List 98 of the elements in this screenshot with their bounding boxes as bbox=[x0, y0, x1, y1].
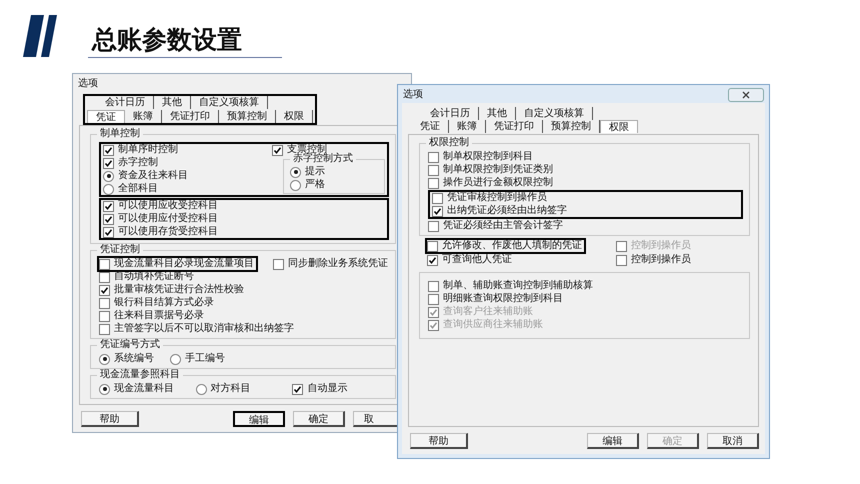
dialog-button[interactable]: 编辑 bbox=[233, 411, 285, 427]
checkbox-option[interactable]: 可以使用应收受控科目 bbox=[103, 200, 218, 212]
radio-button[interactable] bbox=[290, 166, 301, 178]
checkbox[interactable] bbox=[428, 164, 439, 176]
checkbox-option[interactable]: 同步删除业务系统凭证 bbox=[273, 258, 388, 270]
checkbox[interactable] bbox=[616, 254, 627, 266]
radio-button[interactable] bbox=[170, 354, 181, 364]
checkbox-option[interactable]: 允许修改、作废他人填制的凭证 bbox=[425, 238, 586, 254]
checkbox-option[interactable]: 制单权限控制到凭证类别 bbox=[428, 164, 553, 176]
checkbox[interactable] bbox=[99, 272, 110, 282]
radio-button[interactable] bbox=[99, 354, 110, 364]
logo-icon bbox=[22, 14, 58, 58]
checkbox-option[interactable]: 制单序时控制 bbox=[103, 144, 178, 156]
radio-option[interactable]: 提示 bbox=[290, 166, 325, 178]
group-title: 赤字控制方式 bbox=[290, 153, 356, 165]
tab[interactable]: 凭证 bbox=[87, 110, 125, 123]
checkbox-option[interactable]: 出纳凭证必须经由出纳签字 bbox=[432, 205, 567, 217]
checkbox-option[interactable]: 主管签字以后不可以取消审核和出纳签字 bbox=[99, 323, 294, 335]
checkbox-option[interactable]: 银行科目结算方式必录 bbox=[99, 297, 214, 309]
radio-option[interactable]: 全部科目 bbox=[103, 183, 158, 195]
checkbox-option[interactable]: 控制到操作员 bbox=[616, 254, 691, 266]
checkbox-option[interactable]: 批量审核凭证进行合法性校验 bbox=[99, 284, 244, 296]
dialog-button[interactable]: 编辑 bbox=[587, 433, 639, 449]
radio-option[interactable]: 严格 bbox=[290, 179, 325, 191]
checkbox-option[interactable]: 明细账查询权限控制到科目 bbox=[428, 293, 563, 305]
group-title: 制单控制 bbox=[97, 128, 143, 140]
checkbox[interactable] bbox=[103, 144, 114, 156]
radio-button[interactable] bbox=[290, 180, 301, 190]
checkbox-option[interactable]: 凭证必须经由主管会计签字 bbox=[428, 220, 563, 232]
tab[interactable]: 权限 bbox=[600, 120, 638, 133]
radio-button[interactable] bbox=[99, 384, 110, 394]
checkbox[interactable] bbox=[427, 254, 438, 266]
checkbox-option[interactable]: 自动填补凭证断号 bbox=[99, 271, 194, 283]
radio-button[interactable] bbox=[103, 170, 114, 182]
group-title: 凭证编号方式 bbox=[97, 339, 163, 351]
radio-button[interactable] bbox=[103, 184, 114, 194]
tab[interactable]: 账簿 bbox=[125, 110, 162, 123]
tab[interactable]: 凭证打印 bbox=[486, 120, 543, 133]
checkbox-option[interactable]: 往来科目票据号必录 bbox=[99, 310, 204, 322]
tab[interactable]: 凭证 bbox=[412, 120, 449, 133]
window-title: 选项 bbox=[403, 88, 423, 101]
checkbox-option[interactable]: 自动显示 bbox=[292, 383, 348, 395]
radio-option[interactable]: 现金流量科目 bbox=[99, 383, 174, 395]
checkbox-option[interactable]: 可以使用存货受控科目 bbox=[103, 226, 218, 238]
checkbox[interactable] bbox=[273, 258, 284, 270]
group-title: 凭证控制 bbox=[97, 244, 143, 256]
close-button[interactable] bbox=[728, 88, 764, 102]
checkbox[interactable] bbox=[428, 220, 439, 232]
checkbox[interactable] bbox=[103, 158, 114, 168]
checkbox-option[interactable]: 操作员进行金额权限控制 bbox=[428, 177, 553, 189]
group-title: 现金流量参照科目 bbox=[97, 369, 183, 381]
checkbox-option[interactable]: 制单、辅助账查询控制到辅助核算 bbox=[428, 280, 593, 292]
checkbox-option[interactable]: 赤字控制 bbox=[103, 157, 158, 169]
checkbox[interactable] bbox=[103, 226, 114, 238]
checkbox[interactable] bbox=[432, 206, 443, 216]
checkbox[interactable] bbox=[428, 280, 439, 292]
checkbox-option[interactable]: 现金流量科目必录现金流量项目 bbox=[97, 256, 258, 272]
checkbox[interactable] bbox=[272, 144, 284, 156]
dialog-button[interactable]: 取消 bbox=[707, 433, 759, 449]
checkbox[interactable] bbox=[99, 298, 110, 308]
tab[interactable]: 权限 bbox=[276, 110, 313, 123]
checkbox[interactable] bbox=[103, 200, 114, 212]
radio-option[interactable]: 手工编号 bbox=[170, 353, 225, 365]
window-title: 选项 bbox=[78, 76, 98, 90]
checkbox-option[interactable]: 凭证审核控制到操作员 bbox=[432, 192, 547, 204]
checkbox[interactable] bbox=[428, 294, 439, 304]
tab[interactable]: 会计日历 bbox=[422, 107, 479, 120]
close-icon bbox=[742, 91, 750, 99]
dialog-button[interactable]: 帮助 bbox=[410, 433, 468, 449]
tab[interactable]: 自定义项核算 bbox=[516, 107, 593, 120]
checkbox-option[interactable]: 制单权限控制到科目 bbox=[428, 151, 533, 163]
radio-button[interactable] bbox=[196, 384, 207, 394]
tab[interactable]: 其他 bbox=[479, 107, 516, 120]
tab[interactable]: 会计日历 bbox=[97, 96, 154, 109]
checkbox[interactable] bbox=[99, 284, 110, 296]
tab[interactable]: 凭证打印 bbox=[162, 110, 219, 123]
group-title: 权限控制 bbox=[426, 137, 472, 149]
dialog-button[interactable]: 帮助 bbox=[81, 411, 139, 427]
tab[interactable]: 预算控制 bbox=[219, 110, 276, 123]
checkbox[interactable] bbox=[103, 214, 114, 224]
tab[interactable]: 自定义项核算 bbox=[191, 96, 268, 109]
dialog-button[interactable]: 确定 bbox=[293, 411, 345, 427]
checkbox[interactable] bbox=[427, 240, 438, 252]
checkbox[interactable] bbox=[99, 310, 110, 322]
checkbox[interactable] bbox=[292, 384, 304, 394]
checkbox[interactable] bbox=[428, 178, 439, 188]
radio-option[interactable]: 对方科目 bbox=[196, 383, 251, 395]
checkbox[interactable] bbox=[99, 258, 110, 270]
checkbox[interactable] bbox=[99, 324, 110, 334]
slide-title: 总账参数设置 bbox=[88, 25, 282, 58]
checkbox[interactable] bbox=[432, 192, 443, 204]
checkbox-option[interactable]: 可查询他人凭证 bbox=[427, 254, 512, 266]
tab[interactable]: 账簿 bbox=[449, 120, 486, 133]
checkbox-option[interactable]: 可以使用应付受控科目 bbox=[103, 213, 218, 225]
tab[interactable]: 其他 bbox=[154, 96, 191, 109]
radio-option[interactable]: 系统编号 bbox=[99, 353, 154, 365]
checkbox[interactable] bbox=[428, 152, 439, 162]
radio-option[interactable]: 资金及往来科目 bbox=[103, 170, 188, 182]
